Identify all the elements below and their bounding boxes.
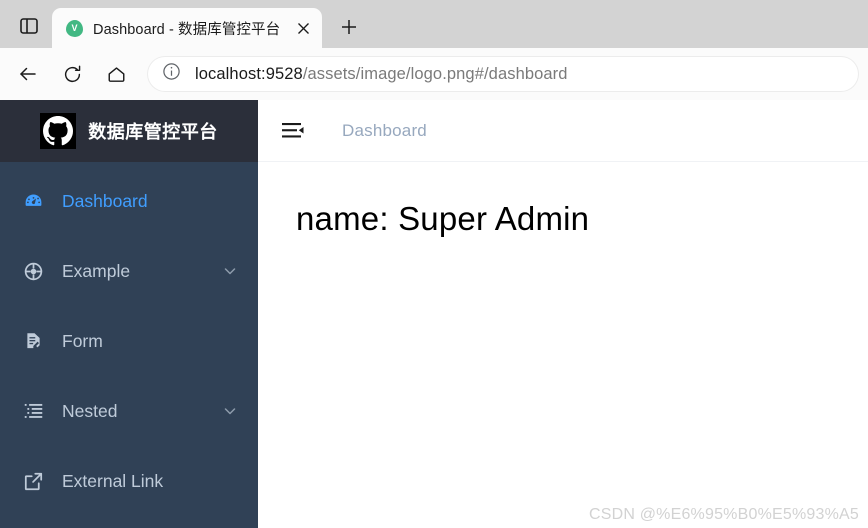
sidebar-item-label: Form — [62, 330, 103, 351]
new-tab-button[interactable] — [330, 8, 368, 46]
component-lifebuoy-icon — [22, 260, 44, 282]
nested-list-icon — [22, 400, 44, 422]
close-icon[interactable] — [290, 15, 316, 41]
chevron-down-icon[interactable] — [222, 403, 238, 419]
sidebar-item-label: Nested — [62, 400, 118, 421]
sidebar-item-label: Example — [62, 260, 131, 281]
url-host: localhost:9528 — [195, 64, 303, 83]
github-logo-icon — [40, 113, 77, 149]
form-document-icon — [22, 330, 44, 352]
csdn-watermark: CSDN @%E6%95%B0%E5%93%A5 — [588, 506, 859, 523]
sidebar-item-dashboard[interactable]: Dashboard — [0, 166, 258, 236]
dashboard-gauge-icon — [22, 190, 44, 212]
dashboard-name-text: name: Super Admin — [296, 200, 590, 237]
app-main: name: Super Admin CSDN @%E6%95%B0%E5%93%… — [258, 162, 868, 528]
sidebar-item-external-link[interactable]: External Link — [0, 446, 258, 516]
home-icon[interactable] — [96, 54, 136, 94]
vue-favicon: V — [66, 19, 83, 37]
external-link-icon — [22, 470, 44, 492]
sidebar-logo[interactable]: 数据库管控平台 — [0, 100, 258, 162]
sidebar-item-label: Dashboard — [62, 190, 148, 211]
url-path: /assets/image/logo.png#/dashboard — [302, 64, 568, 83]
sidebar-menu: Dashboard Example Form Nested External L… — [0, 162, 258, 516]
address-bar[interactable]: localhost:9528/assets/image/logo.png#/da… — [148, 57, 858, 91]
reload-icon[interactable] — [52, 54, 92, 94]
tab-title: Dashboard - 数据库管控平台 — [93, 21, 281, 38]
url-text: localhost:9528/assets/image/logo.png#/da… — [195, 65, 568, 84]
chevron-down-icon[interactable] — [222, 263, 238, 279]
site-info-icon[interactable] — [162, 62, 181, 86]
page-viewport: 数据库管控平台 Dashboard Example Form Nested Ex… — [0, 100, 868, 528]
main-container: Dashboard name: Super Admin CSDN @%E6%95… — [258, 100, 868, 528]
sidebar-item-label: External Link — [62, 470, 164, 491]
browser-window: V Dashboard - 数据库管控平台 localhost:9528/ass… — [0, 0, 868, 528]
sidebar-item-form[interactable]: Form — [0, 306, 258, 376]
tab-strip: V Dashboard - 数据库管控平台 — [0, 0, 868, 48]
tab-list-icon[interactable] — [6, 6, 52, 46]
hamburger-collapse-icon[interactable] — [280, 118, 306, 144]
browser-toolbar: localhost:9528/assets/image/logo.png#/da… — [0, 48, 868, 100]
navbar: Dashboard — [258, 100, 868, 162]
sidebar-item-example[interactable]: Example — [0, 236, 258, 306]
sidebar-item-nested[interactable]: Nested — [0, 376, 258, 446]
breadcrumb[interactable]: Dashboard — [342, 121, 427, 141]
back-arrow-icon[interactable] — [8, 54, 48, 94]
browser-tab[interactable]: V Dashboard - 数据库管控平台 — [52, 8, 323, 48]
favicon-letter: V — [66, 19, 83, 37]
sidebar: 数据库管控平台 Dashboard Example Form Nested Ex… — [0, 100, 258, 528]
sidebar-logo-title: 数据库管控平台 — [88, 122, 218, 142]
